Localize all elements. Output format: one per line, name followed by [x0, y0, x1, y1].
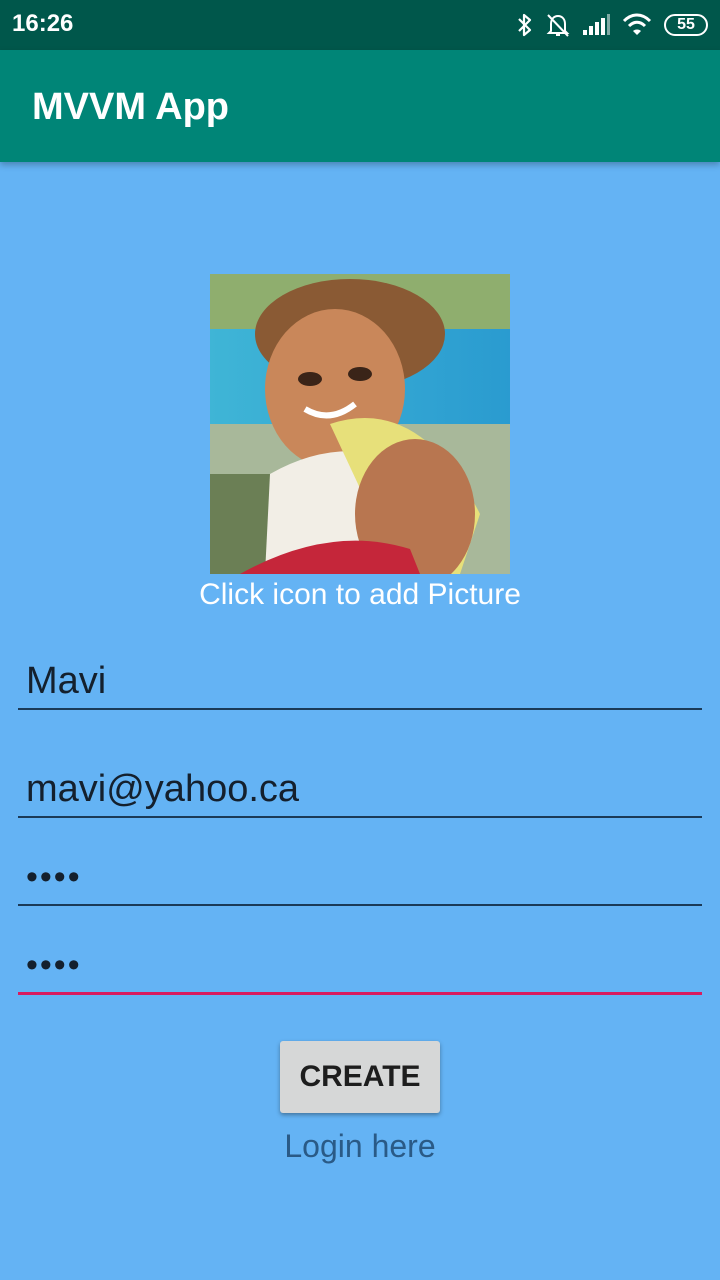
bluetooth-icon — [518, 13, 532, 37]
password-field-container — [18, 852, 702, 906]
profile-picture[interactable] — [210, 274, 510, 574]
password-input[interactable] — [26, 852, 686, 902]
create-button[interactable]: CREATE — [280, 1041, 440, 1113]
confirm-password-field-container — [18, 940, 702, 995]
profile-photo-icon — [210, 274, 510, 574]
app-title: MVVM App — [32, 86, 230, 128]
status-bar: 16:26 55 — [0, 0, 720, 50]
name-field-container — [18, 656, 702, 710]
battery-icon: 55 — [664, 14, 708, 36]
confirm-password-input[interactable] — [26, 940, 686, 990]
status-time: 16:26 — [12, 10, 74, 37]
status-icons: 55 — [516, 10, 708, 40]
login-link[interactable]: Login here — [0, 1128, 720, 1165]
app-bar: MVVM App — [0, 50, 720, 162]
add-picture-label: Click icon to add Picture — [199, 578, 521, 611]
email-input[interactable] — [26, 764, 686, 814]
battery-level: 55 — [677, 16, 695, 33]
signal-icon — [583, 14, 610, 35]
name-input[interactable] — [26, 656, 686, 706]
wifi-icon — [622, 13, 652, 35]
bell-off-icon — [546, 14, 570, 37]
email-field-container — [18, 764, 702, 818]
